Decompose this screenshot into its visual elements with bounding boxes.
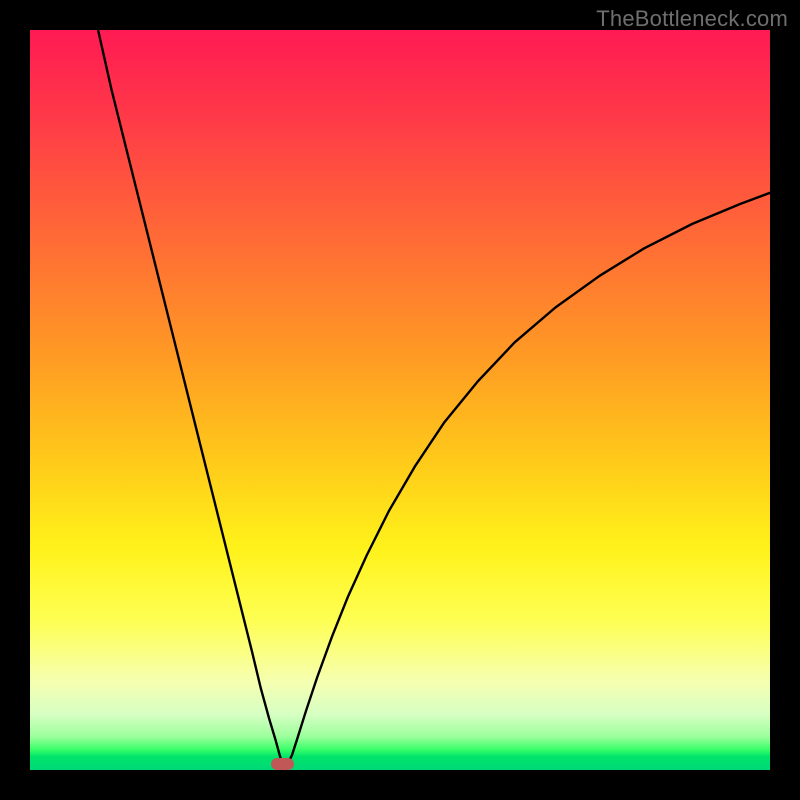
curve-right-branch — [288, 193, 770, 764]
chart-outer-frame: TheBottleneck.com — [0, 0, 800, 800]
curve-left-branch — [98, 30, 282, 764]
bottleneck-curve — [30, 30, 770, 770]
minimum-marker — [271, 758, 295, 770]
watermark-text: TheBottleneck.com — [596, 6, 788, 32]
chart-plot-area — [30, 30, 770, 770]
